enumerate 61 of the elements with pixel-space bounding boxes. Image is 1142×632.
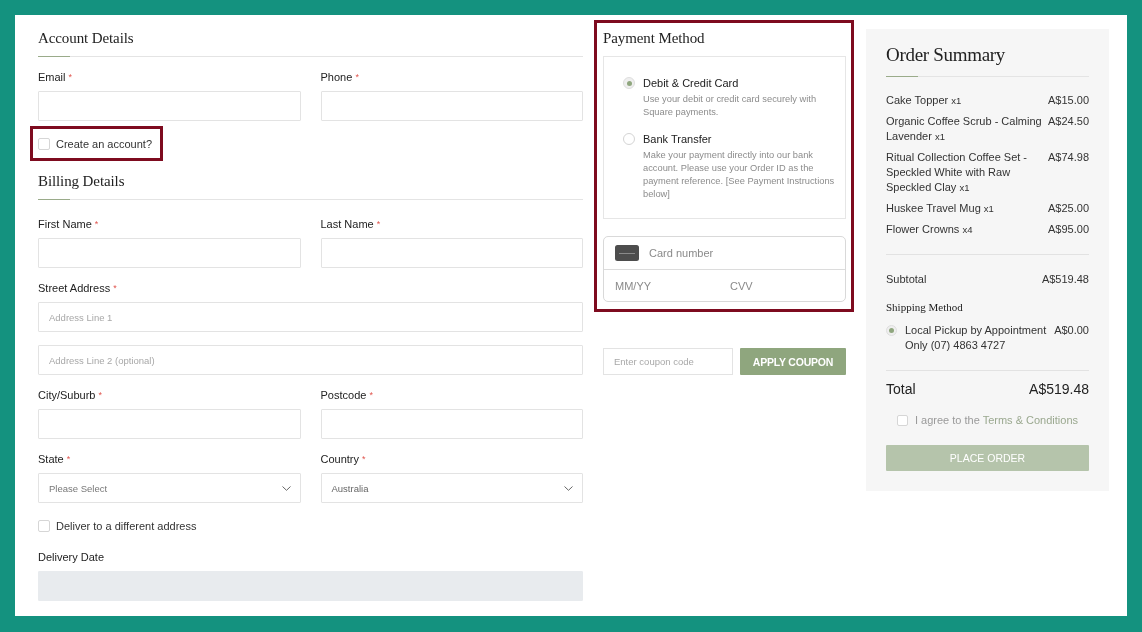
input-field[interactable] [320, 238, 583, 268]
terms-text: I agree to the Terms & Conditions [914, 413, 1079, 427]
payment-method-label[interactable]: Debit & Credit Card [643, 76, 739, 90]
payment-method-description: Make your payment directly into our bank account. Please use your Order ID as the payment reference. [See Payment Instructions below] [643, 149, 835, 201]
checkbox[interactable] [896, 414, 908, 426]
dropdown[interactable]: Australia [320, 473, 583, 503]
subtotal-label: Subtotal [886, 272, 927, 287]
section-heading: Billing Details [38, 172, 126, 190]
field-label: Email * [38, 70, 73, 84]
payment-method-description: Use your debit or credit card securely with Square payments. [643, 93, 818, 119]
item-name: Flower Crowns x4 [886, 222, 973, 237]
credit-card-icon [615, 245, 639, 261]
card-number-field[interactable]: Card number [649, 245, 845, 261]
item-price: A$74.98 [1048, 150, 1089, 165]
input-field[interactable]: Address Line 1 [38, 302, 583, 332]
radio-button[interactable] [623, 77, 635, 89]
radio-button[interactable] [623, 133, 635, 145]
expiry-field[interactable]: MM/YY [615, 277, 730, 294]
field-label: Street Address * [38, 281, 117, 295]
item-price: A$15.00 [1048, 93, 1089, 108]
input-field[interactable]: Address Line 2 (optional) [38, 345, 583, 375]
item-price: A$24.50 [1048, 114, 1089, 129]
payment-method-label[interactable]: Bank Transfer [643, 132, 712, 146]
section-heading: Payment Method [603, 29, 706, 47]
input-field[interactable] [38, 409, 301, 439]
shipping-price: A$0.00 [1054, 323, 1089, 338]
input-field[interactable] [320, 409, 583, 439]
item-name: Cake Topper x1 [886, 93, 962, 108]
shipping-heading: Shipping Method [886, 300, 963, 314]
section-heading: Account Details [38, 29, 135, 47]
item-price: A$95.00 [1048, 222, 1089, 237]
field-label: Postcode * [320, 388, 373, 402]
radio-button[interactable] [886, 325, 897, 336]
input-field[interactable] [320, 91, 583, 121]
field-label: Last Name * [320, 217, 381, 231]
chevron-down-icon [564, 485, 573, 491]
field-label: City/Suburb * [38, 388, 103, 402]
field-label: First Name * [38, 217, 99, 231]
field-label: Delivery Date [38, 550, 105, 564]
item-price: A$25.00 [1048, 201, 1089, 216]
summary-heading: Order Summary [886, 43, 1007, 67]
input-field[interactable] [38, 91, 301, 121]
item-name: Organic Coffee Scrub - Calming Lavender x1 [886, 114, 1043, 144]
total-value: A$519.48 [1029, 380, 1089, 398]
chevron-down-icon [281, 485, 291, 491]
subtotal-value: A$519.48 [1041, 272, 1089, 287]
cvv-field[interactable]: CVV [730, 277, 845, 294]
total-label: Total [886, 380, 916, 398]
checkbox[interactable] [38, 137, 50, 150]
item-name: Ritual Collection Coffee Set - Speckled White with Raw Speckled Clay x1 [886, 150, 1029, 195]
field-label: Phone * [320, 70, 359, 84]
checkbox[interactable] [38, 520, 50, 532]
coupon-field[interactable]: Enter coupon code [603, 348, 733, 375]
input-field[interactable] [38, 238, 301, 268]
checkbox-label[interactable]: Deliver to a different address [56, 519, 197, 533]
checkbox-label[interactable]: Create an account? [56, 136, 152, 151]
item-name: Huskee Travel Mug x1 [886, 201, 994, 216]
dropdown[interactable]: Please Select [38, 473, 301, 503]
field-label: State * [38, 452, 71, 466]
shipping-option-label[interactable]: Local Pickup by Appointment Only (07) 4863 4727 [905, 323, 1050, 353]
field-label: Country * [320, 452, 366, 466]
